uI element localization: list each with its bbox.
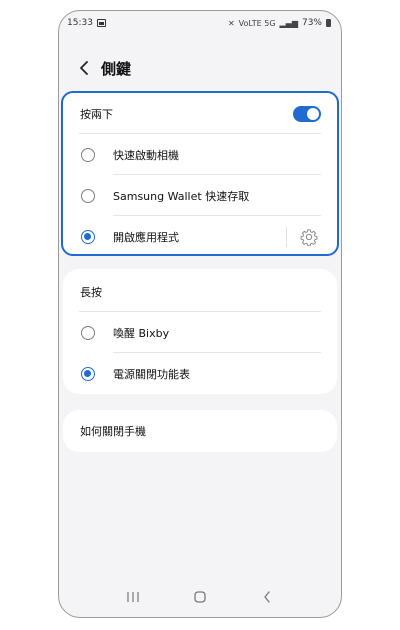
option-label: 電源關閉功能表 (113, 367, 190, 381)
recents-icon (127, 592, 139, 602)
double-press-label: 按兩下 (80, 107, 113, 121)
radio-power-menu[interactable] (81, 366, 95, 381)
home-icon (194, 591, 206, 603)
radio-quick-camera[interactable] (81, 147, 95, 162)
option-label: 喚醒 Bixby (113, 326, 170, 340)
double-press-card: 按兩下 快速啟動相機 Samsung Wallet 快速存取 開啟應用程式 (61, 91, 339, 256)
option-label: 開啟應用程式 (113, 230, 179, 244)
navigation-bar (59, 585, 341, 609)
back-nav-icon (264, 591, 270, 603)
option-bixby[interactable]: 喚醒 Bixby (63, 312, 337, 353)
chevron-left-icon (80, 61, 88, 75)
long-press-label: 長按 (80, 285, 102, 299)
option-power-menu[interactable]: 電源關閉功能表 (63, 353, 337, 394)
option-label: Samsung Wallet 快速存取 (113, 189, 250, 203)
recents-button[interactable] (121, 585, 145, 609)
page-title: 側鍵 (101, 60, 132, 78)
back-nav-button[interactable] (255, 585, 279, 609)
back-button[interactable] (75, 59, 93, 77)
long-press-card: 長按 喚醒 Bixby 電源關閉功能表 (63, 269, 337, 394)
option-open-app[interactable]: 開啟應用程式 (63, 216, 337, 257)
how-to-power-off-row[interactable]: 如何關閉手機 (63, 410, 337, 451)
how-to-power-off-label: 如何關閉手機 (80, 424, 146, 438)
radio-open-app[interactable] (81, 229, 95, 244)
battery-percent: 73% (301, 18, 322, 28)
vertical-divider (286, 226, 287, 247)
double-press-row[interactable]: 按兩下 (63, 93, 337, 134)
long-press-header: 長按 (63, 271, 337, 312)
settings-gear-button[interactable] (299, 227, 319, 247)
home-button[interactable] (188, 585, 212, 609)
gear-icon (300, 228, 318, 246)
option-label: 快速啟動相機 (113, 148, 179, 162)
network-icon: VoLTE 5G (238, 18, 276, 28)
how-to-power-off-card[interactable]: 如何關閉手機 (63, 410, 337, 452)
option-quick-camera[interactable]: 快速啟動相機 (63, 134, 337, 175)
signal-icon: ▂▄▆ (279, 18, 298, 28)
gallery-notification-icon (96, 19, 106, 27)
option-wallet[interactable]: Samsung Wallet 快速存取 (63, 175, 337, 216)
radio-wallet[interactable] (81, 188, 95, 203)
page-header: 側鍵 (59, 57, 341, 81)
status-bar: 15:33 ✕ VoLTE 5G ▂▄▆ 73% (59, 11, 341, 35)
phone-frame: 15:33 ✕ VoLTE 5G ▂▄▆ 73% 側鍵 按兩下 快速啟動相機 S… (58, 10, 342, 618)
battery-icon (326, 19, 331, 27)
radio-bixby[interactable] (81, 325, 95, 340)
double-press-toggle[interactable] (293, 105, 321, 122)
mute-icon: ✕ (227, 18, 235, 28)
status-time: 15:33 (67, 18, 93, 28)
